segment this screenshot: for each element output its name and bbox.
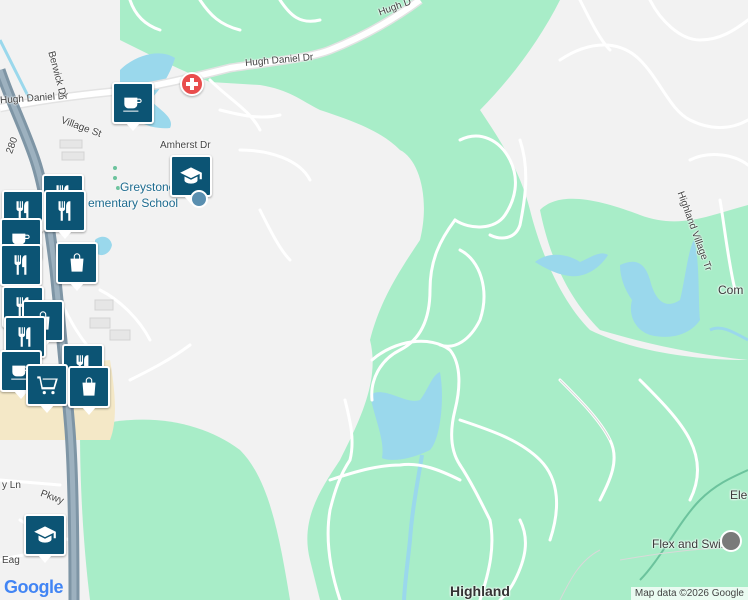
shopping-cart-icon (37, 376, 58, 395)
restaurant-icon (58, 201, 71, 221)
school-small-icon[interactable] (190, 190, 208, 208)
fitness-icon[interactable] (720, 530, 742, 552)
google-logo-text: Google (4, 577, 64, 597)
school-marker-2[interactable] (24, 514, 66, 563)
shopping-bag-icon (82, 377, 96, 396)
place-label-ele[interactable]: Ele (730, 488, 747, 502)
map-attribution[interactable]: Map data ©2026 Google (630, 587, 748, 600)
restaurant-icon (18, 327, 31, 347)
place-label-school-line1[interactable]: Greystone (120, 180, 175, 194)
coffee-icon (123, 97, 142, 112)
place-label-comm[interactable]: Com (718, 283, 743, 297)
school-icon (180, 167, 202, 184)
cart-marker[interactable] (26, 364, 68, 413)
road-label-partial-ln: y Ln (2, 480, 21, 491)
road-label-amherst: Amherst Dr (160, 140, 211, 151)
area-label-highland: Highland (450, 583, 510, 599)
restaurant-marker-4[interactable] (0, 244, 42, 293)
place-label-flex[interactable]: Flex and Swim (652, 537, 731, 551)
hospital-icon[interactable] (180, 72, 204, 96)
google-logo[interactable]: Google (4, 577, 64, 598)
place-label-school-line2[interactable]: ementary School (88, 196, 178, 210)
shopping-marker-3[interactable] (68, 366, 110, 415)
shopping-marker-1[interactable] (56, 242, 98, 291)
restaurant-marker-3[interactable] (44, 190, 86, 239)
restaurant-icon (14, 255, 27, 275)
school-marker[interactable] (170, 155, 212, 204)
coffee-marker[interactable] (112, 82, 154, 131)
shopping-bag-icon (70, 253, 84, 272)
school-icon (34, 526, 56, 543)
road-label-eag: Eag (2, 555, 20, 566)
